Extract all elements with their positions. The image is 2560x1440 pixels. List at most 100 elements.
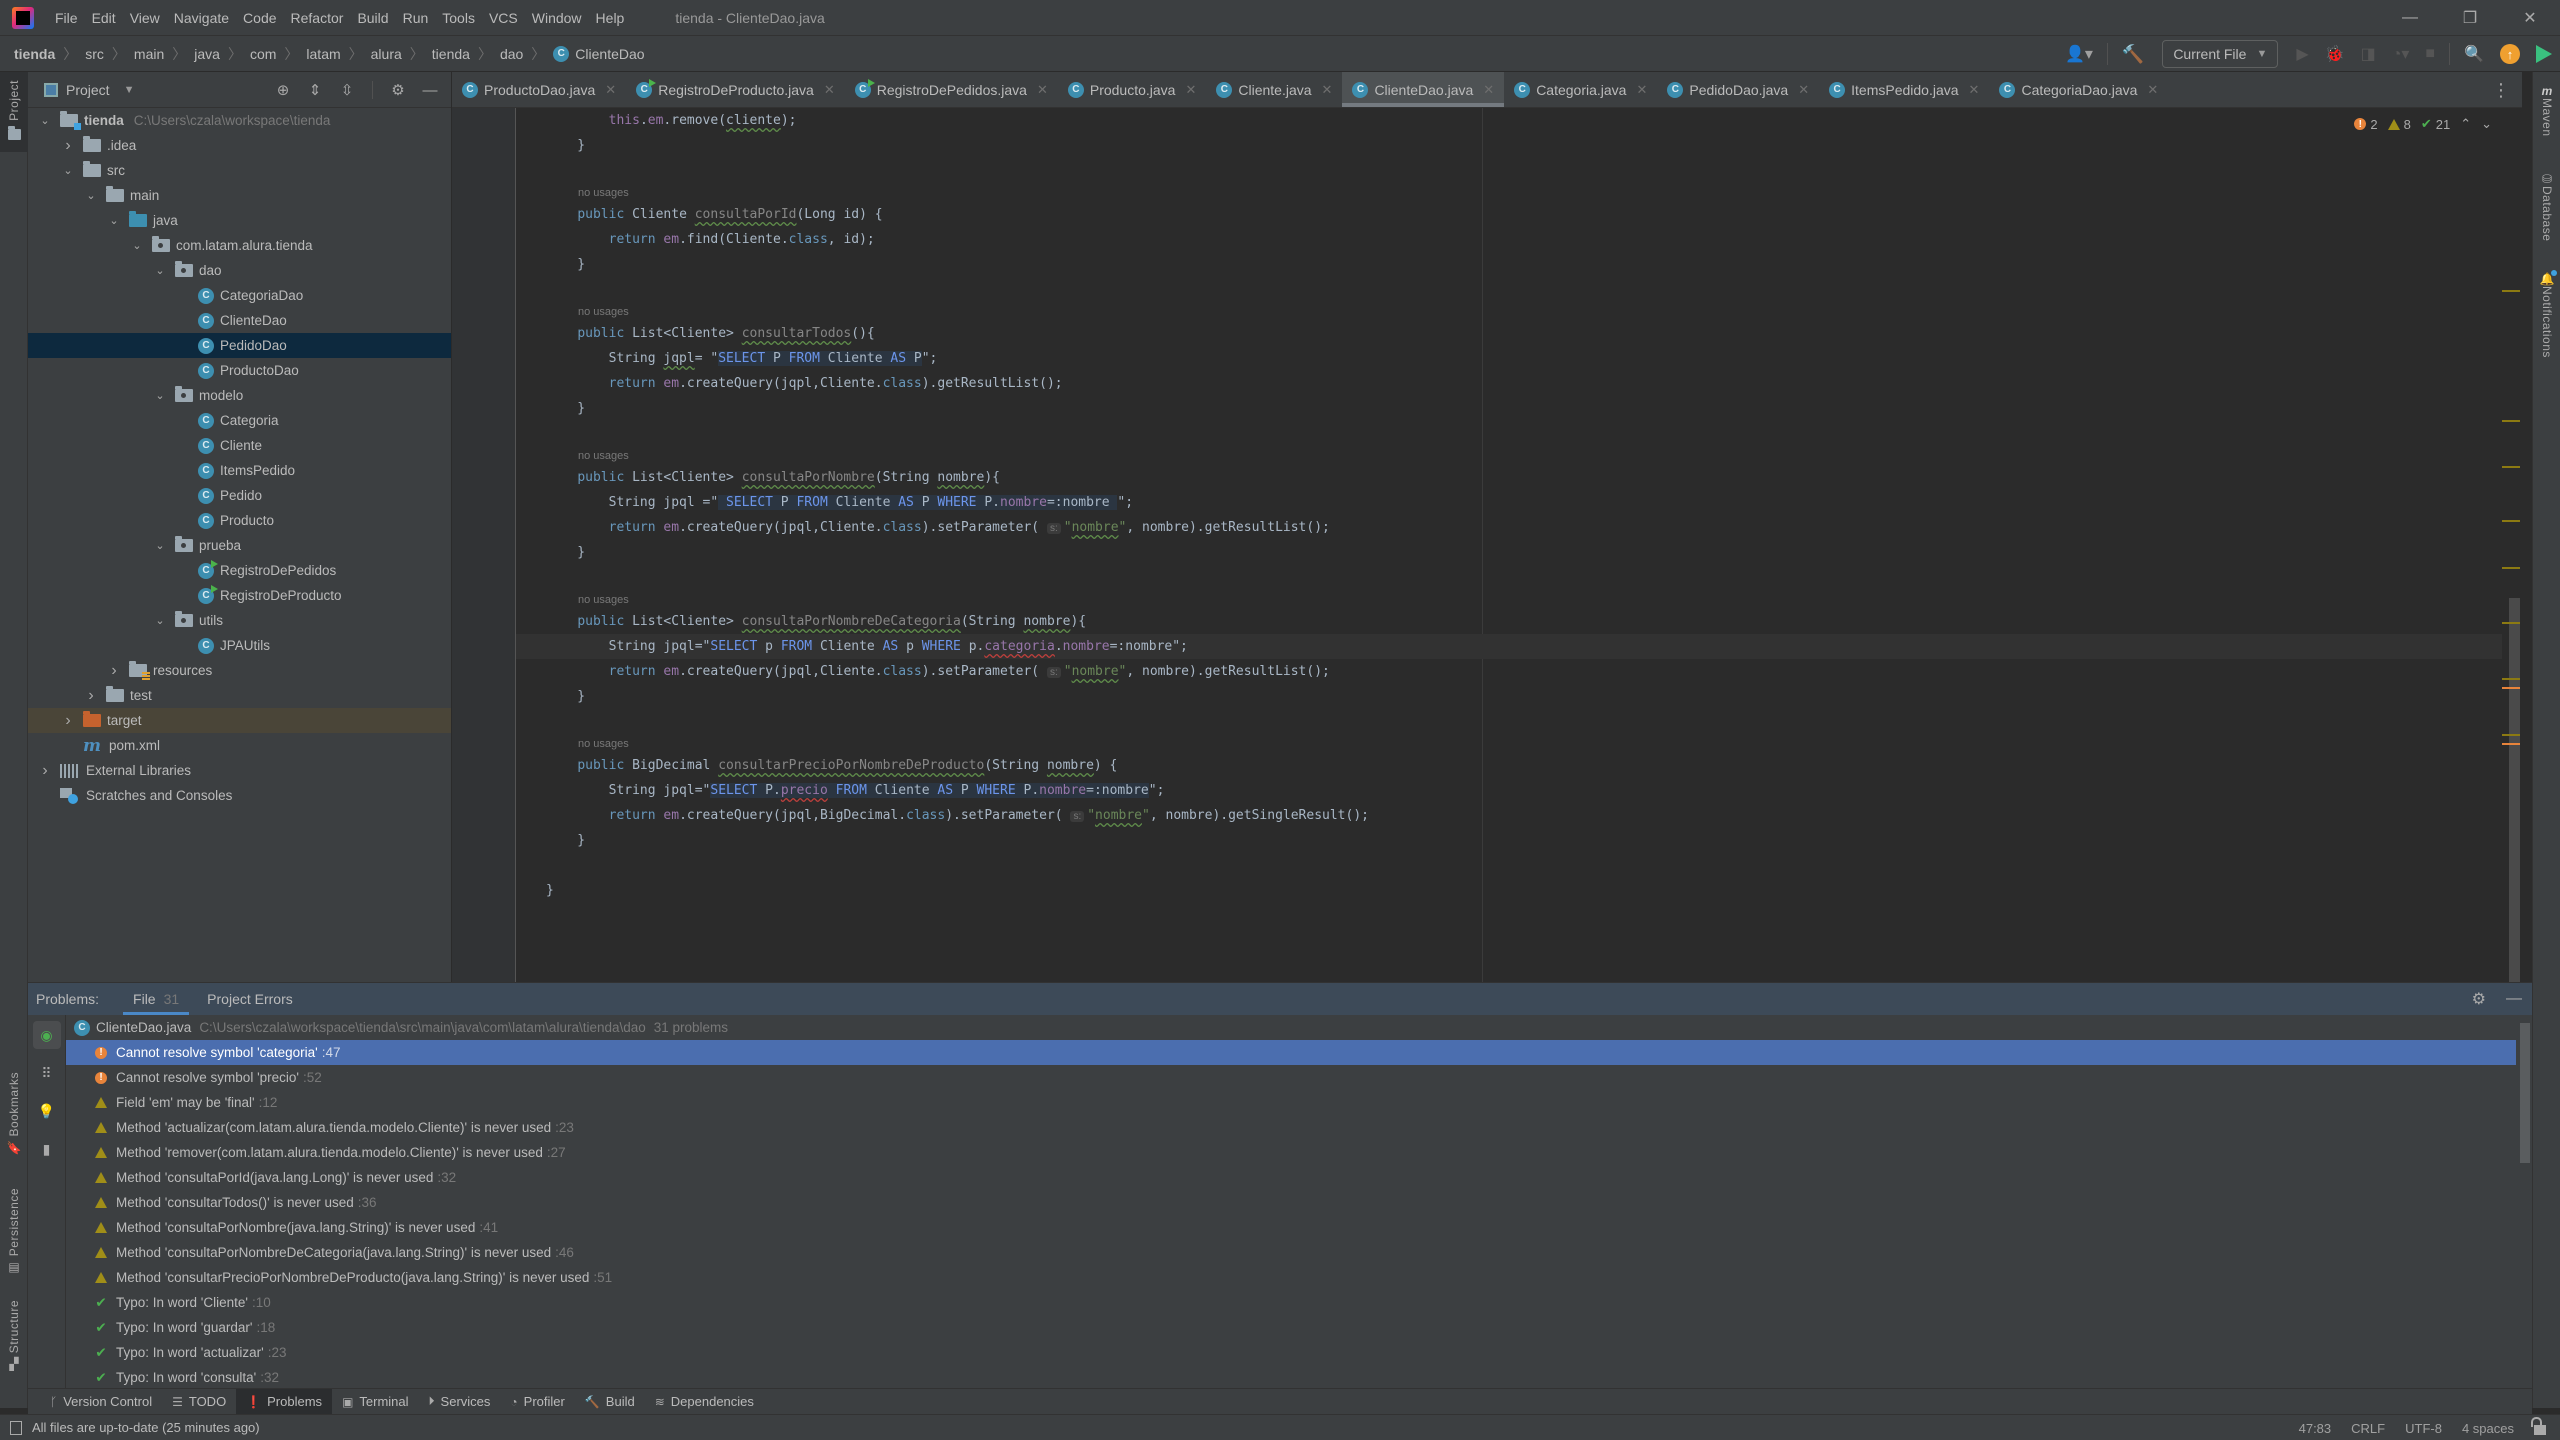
code-line[interactable]: 34 } — [516, 252, 2502, 277]
previous-highlight-icon[interactable]: ⌃ — [2460, 116, 2471, 132]
tool-window-services[interactable]: ⏵ Services — [419, 1389, 501, 1415]
code-line[interactable]: 35 — [516, 277, 2502, 302]
menu-tools[interactable]: Tools — [435, 10, 482, 26]
problem-file-row[interactable]: C ClienteDao.java C:\Users\czala\workspa… — [66, 1015, 2516, 1040]
error-marker[interactable] — [2502, 687, 2520, 689]
tree-item[interactable]: C Producto — [28, 508, 451, 533]
close-tab-icon[interactable]: ✕ — [605, 82, 616, 98]
warning-marker[interactable] — [2502, 466, 2520, 468]
close-window-button[interactable]: ✕ — [2500, 0, 2560, 36]
editor-tab[interactable]: C Cliente.java ✕ — [1206, 72, 1342, 107]
tree-item[interactable]: C ClienteDao — [28, 308, 451, 333]
editor-tab[interactable]: C Producto.java ✕ — [1058, 72, 1207, 107]
problem-item[interactable]: ✔ Typo: In word 'consulta':32 — [66, 1365, 2516, 1388]
build-hammer-icon[interactable]: 🔨 — [2122, 44, 2144, 65]
tree-item[interactable]: ⌄ java — [28, 208, 451, 233]
code-line[interactable]: 39 } — [516, 396, 2502, 421]
bookmarks-tool-tab[interactable]: Bookmarks 🔖 — [0, 1072, 28, 1155]
breadcrumb-item[interactable]: latam — [306, 46, 340, 62]
problem-item[interactable]: Method 'consultaPorId(java.lang.Long)' i… — [66, 1165, 2516, 1190]
code-line[interactable]: 31 — [516, 158, 2502, 183]
problem-item[interactable]: ! Cannot resolve symbol 'precio':52 — [66, 1065, 2516, 1090]
breadcrumb-item[interactable]: tienda — [14, 46, 55, 62]
next-highlight-icon[interactable]: ⌄ — [2481, 116, 2492, 132]
persistence-tool-tab[interactable]: Persistence ▤ — [0, 1188, 28, 1278]
problem-item[interactable]: Field 'em' may be 'final':12 — [66, 1090, 2516, 1115]
tree-item[interactable]: ⌄ src — [28, 158, 451, 183]
code-line[interactable]: 51 public BigDecimal consultarPrecioPorN… — [516, 753, 2502, 778]
warning-marker[interactable] — [2502, 622, 2520, 624]
chevron-down-icon[interactable]: ⌄ — [38, 114, 52, 127]
close-tab-icon[interactable]: ✕ — [824, 82, 835, 98]
tool-window-profiler[interactable]: ◔ Profiler — [500, 1389, 574, 1415]
update-icon[interactable]: ↑ — [2500, 44, 2520, 64]
debug-icon[interactable]: 🐞 — [2325, 44, 2345, 64]
maven-tool-tab[interactable]: m Maven — [2533, 84, 2560, 154]
menu-run[interactable]: Run — [396, 10, 436, 26]
breadcrumb-item[interactable]: C ClienteDao — [553, 45, 645, 62]
warning-count[interactable]: 8 — [2387, 117, 2411, 132]
editor-tab[interactable]: C Categoria.java ✕ — [1504, 72, 1657, 107]
code-line[interactable]: 38 return em.createQuery(jqpl,Cliente.cl… — [516, 371, 2502, 396]
tree-item[interactable]: ⌄ prueba — [28, 533, 451, 558]
problem-item[interactable]: Method 'actualizar(com.latam.alura.tiend… — [66, 1115, 2516, 1140]
tree-item[interactable]: › .idea — [28, 133, 451, 158]
tree-item[interactable]: C JPAUtils — [28, 633, 451, 658]
unlock-icon[interactable] — [2531, 1417, 2546, 1435]
tree-item[interactable]: C RegistroDeProducto — [28, 583, 451, 608]
close-tab-icon[interactable]: ✕ — [1483, 82, 1494, 98]
chevron-right-icon[interactable]: › — [61, 712, 75, 730]
tree-item[interactable]: ⌄ utils — [28, 608, 451, 633]
error-marker[interactable] — [2502, 743, 2520, 745]
tree-item[interactable]: ⌄ main — [28, 183, 451, 208]
editor-tab[interactable]: C RegistroDePedidos.java ✕ — [845, 72, 1058, 107]
code-line[interactable]: 41 public List<Cliente> consultaPorNombr… — [516, 465, 2502, 490]
problem-item[interactable]: ✔ Typo: In word 'guardar':18 — [66, 1315, 2516, 1340]
editor-tab[interactable]: C ItemsPedido.java ✕ — [1819, 72, 1989, 107]
chevron-down-icon[interactable]: ⌄ — [84, 189, 98, 202]
tree-item[interactable]: C Categoria — [28, 408, 451, 433]
code-line[interactable]: 52 String jpql="SELECT P.precio FROM Cli… — [516, 778, 2502, 803]
chevron-down-icon[interactable]: ⌄ — [153, 389, 167, 402]
menu-navigate[interactable]: Navigate — [167, 10, 236, 26]
editor-tab[interactable]: C ClienteDao.java ✕ — [1342, 72, 1505, 107]
code-vision-hint[interactable]: no usages — [516, 446, 2502, 465]
code-line[interactable]: 29 this.em.remove(cliente); — [516, 108, 2502, 133]
tree-item[interactable]: › test — [28, 683, 451, 708]
problems-tab[interactable]: Project Errors — [197, 983, 303, 1015]
close-tab-icon[interactable]: ✕ — [1969, 82, 1980, 98]
code-vision-hint[interactable]: no usages — [516, 183, 2502, 202]
problems-tab[interactable]: File 31 — [123, 983, 190, 1015]
gear-icon[interactable]: ⚙ — [385, 77, 411, 103]
close-tab-icon[interactable]: ✕ — [1185, 82, 1196, 98]
auto-scroll-toggle-icon[interactable]: ◉ — [32, 1021, 61, 1049]
menu-code[interactable]: Code — [236, 10, 283, 26]
tree-item[interactable]: C PedidoDao — [28, 333, 451, 358]
code-vision-hint[interactable]: no usages — [516, 302, 2502, 321]
menu-vcs[interactable]: VCS — [482, 10, 525, 26]
tree-item[interactable]: m pom.xml — [28, 733, 451, 758]
code-line[interactable]: 40 — [516, 421, 2502, 446]
editor-tab[interactable]: C CategoriaDao.java ✕ — [1989, 72, 2168, 107]
tool-window-terminal[interactable]: ▣ Terminal — [332, 1389, 418, 1415]
problem-item[interactable]: Method 'consultarTodos()' is never used:… — [66, 1190, 2516, 1215]
tree-item[interactable]: ⌄ tienda C:\Users\czala\workspace\tienda — [28, 108, 451, 133]
code-vision-hint[interactable]: no usages — [516, 734, 2502, 753]
group-by-icon[interactable]: ⠿ — [33, 1059, 61, 1087]
close-tab-icon[interactable]: ✕ — [1798, 82, 1809, 98]
chevron-down-icon[interactable]: ⌄ — [153, 539, 167, 552]
user-profile-dropdown[interactable]: 👤▾ — [2065, 44, 2093, 64]
menu-view[interactable]: View — [123, 10, 167, 26]
inspection-widget[interactable]: ! 2 8 ✔ 21 ⌃ ⌄ — [2354, 116, 2492, 132]
close-tab-icon[interactable]: ✕ — [1322, 82, 1333, 98]
code-line[interactable]: 58 — [516, 928, 2502, 953]
caret-position[interactable]: 47:83 — [2299, 1421, 2332, 1436]
code-line[interactable]: 43 return em.createQuery(jpql,Cliente.cl… — [516, 515, 2502, 540]
indent-setting[interactable]: 4 spaces — [2462, 1421, 2514, 1436]
code-line[interactable]: 55 — [516, 853, 2502, 878]
tool-window-problems[interactable]: ❗ Problems — [236, 1388, 333, 1415]
restore-button[interactable]: ❐ — [2440, 0, 2500, 36]
code-line[interactable]: 49 } — [516, 684, 2502, 709]
code-line[interactable]: 45 — [516, 565, 2502, 590]
code-line[interactable]: 33 return em.find(Cliente.class, id); — [516, 227, 2502, 252]
